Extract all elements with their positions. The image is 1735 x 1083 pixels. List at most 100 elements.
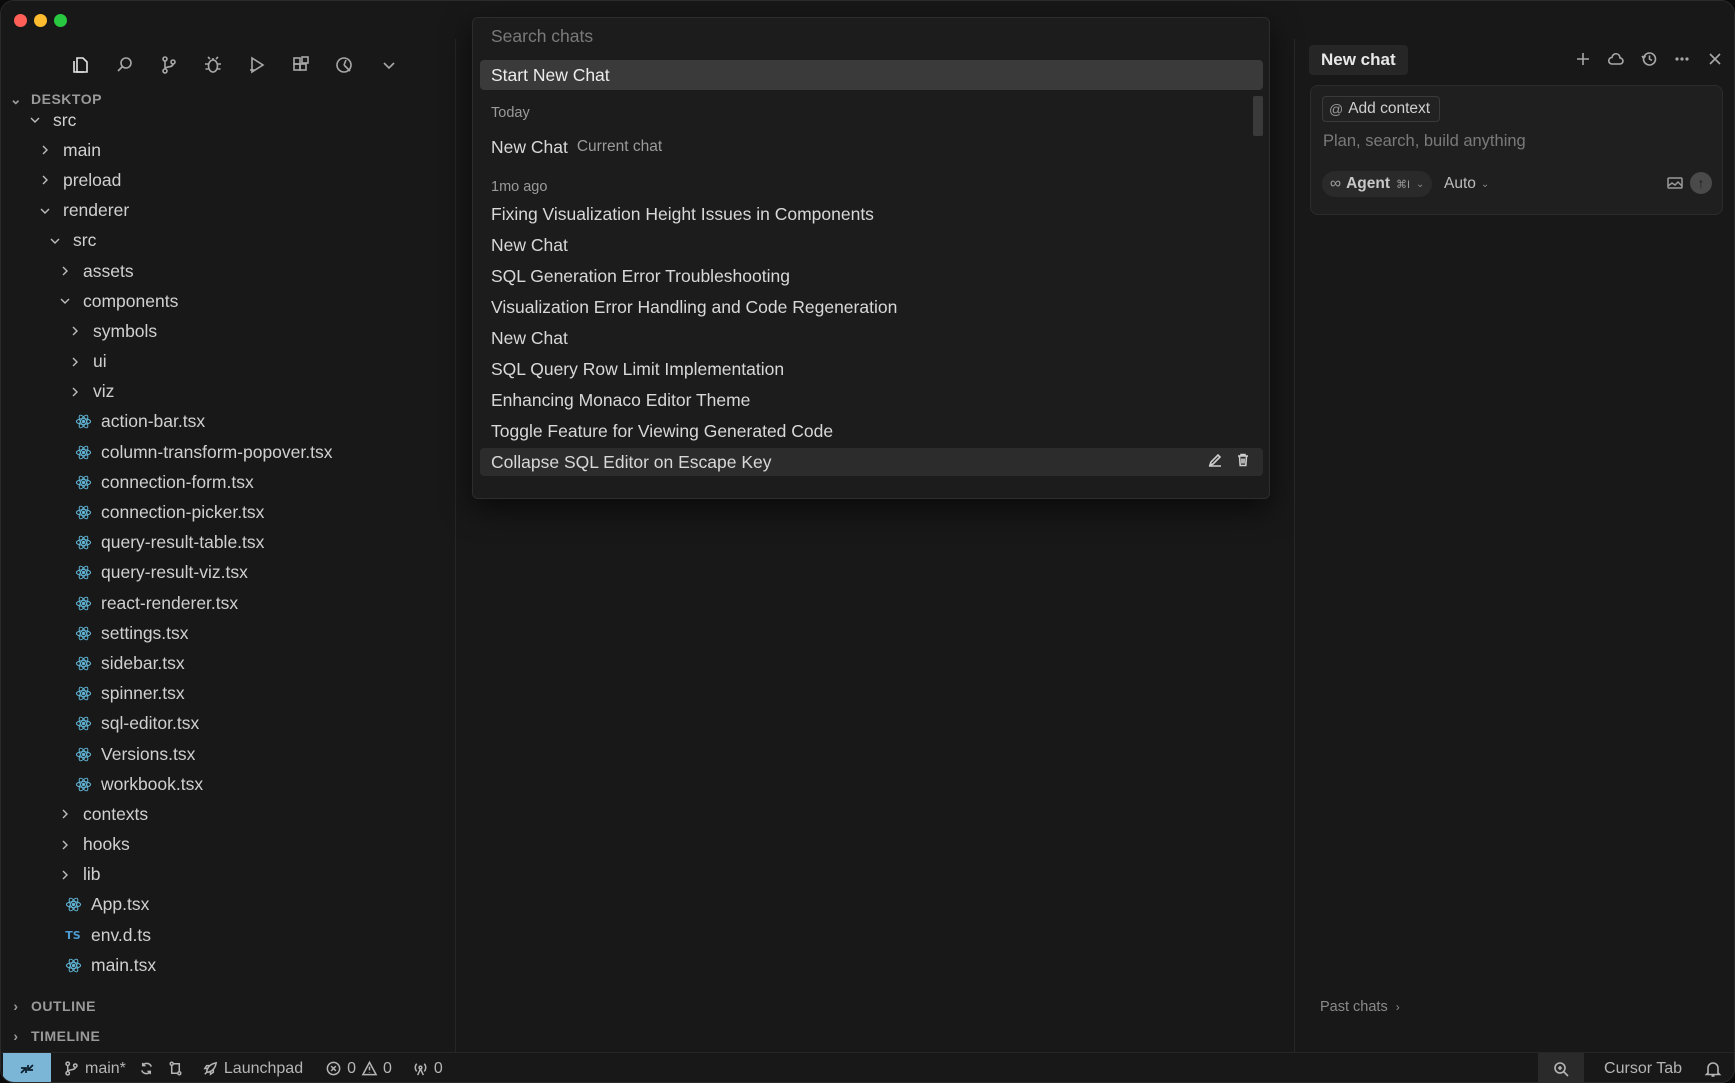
cursor-tab-status[interactable]: Cursor Tab — [1604, 1060, 1682, 1078]
tree-file[interactable]: connection-form.tsx — [1, 467, 456, 497]
edit-icon[interactable] — [1207, 452, 1223, 473]
debug-icon[interactable] — [191, 47, 235, 83]
chat-item-current[interactable]: New Chat Current chat — [491, 133, 662, 161]
cloud-icon[interactable] — [1607, 47, 1625, 71]
tree-folder[interactable]: src — [1, 226, 456, 256]
chat-history-item[interactable]: Toggle Feature for Viewing Generated Cod… — [491, 417, 833, 445]
chat-item-title: Visualization Error Handling and Code Re… — [491, 296, 898, 317]
tree-folder[interactable]: renderer — [1, 196, 456, 226]
chevron-down-icon: ⌄ — [1480, 178, 1490, 190]
chat-history-item[interactable]: Visualization Error Handling and Code Re… — [491, 293, 897, 321]
history-icon[interactable] — [1640, 47, 1658, 71]
chevron-right-icon — [65, 356, 85, 368]
minimize-window-button[interactable] — [34, 14, 47, 27]
search-chats-input[interactable]: Search chats — [473, 18, 1269, 54]
tree-file[interactable]: query-result-viz.tsx — [1, 558, 456, 588]
at-icon: @ — [1329, 101, 1344, 117]
close-icon[interactable] — [1706, 47, 1724, 71]
past-chats-link[interactable]: Past chats › — [1320, 999, 1400, 1015]
run-icon[interactable] — [235, 47, 279, 83]
react-file-icon — [63, 957, 83, 974]
extensions-icon[interactable] — [279, 47, 323, 83]
tree-folder[interactable]: main — [1, 135, 456, 165]
chat-history-item[interactable]: Enhancing Monaco Editor Theme — [491, 386, 750, 414]
plus-icon[interactable] — [1574, 47, 1592, 71]
chevron-down-icon[interactable] — [367, 47, 411, 83]
remote-indicator-icon[interactable] — [3, 1052, 51, 1082]
cursor-agent-icon[interactable] — [323, 47, 367, 83]
tree-folder[interactable]: preload — [1, 165, 456, 195]
image-icon[interactable] — [1666, 174, 1684, 197]
tree-file[interactable]: Versions.tsx — [1, 739, 456, 769]
scrollbar[interactable] — [1253, 96, 1263, 136]
tree-file[interactable]: connection-picker.tsx — [1, 497, 456, 527]
chat-history-item[interactable]: Collapse SQL Editor on Escape Key — [480, 448, 1263, 476]
search-icon[interactable] — [103, 47, 147, 83]
tree-file[interactable]: main.tsx — [1, 950, 456, 980]
files-icon[interactable] — [59, 47, 103, 83]
tree-item-label: connection-picker.tsx — [101, 502, 265, 523]
tree-file[interactable]: sql-editor.tsx — [1, 709, 456, 739]
trash-icon[interactable] — [1235, 452, 1251, 473]
tree-folder[interactable]: lib — [1, 860, 456, 890]
chat-input[interactable]: Plan, search, build anything — [1323, 132, 1526, 151]
chat-history-item[interactable]: SQL Query Row Limit Implementation — [491, 355, 784, 383]
agent-label: Agent — [1346, 175, 1390, 192]
tree-file[interactable]: sidebar.tsx — [1, 648, 456, 678]
status-bar-right: Cursor Tab — [1538, 1053, 1734, 1082]
tree-item-label: query-result-table.tsx — [101, 532, 265, 553]
tree-file[interactable]: action-bar.tsx — [1, 407, 456, 437]
start-new-chat-option[interactable]: Start New Chat — [480, 60, 1263, 90]
tree-item-label: assets — [83, 260, 134, 281]
file-tree: src main preload renderer src assets component… — [1, 105, 456, 980]
branch-status[interactable]: main* — [63, 1060, 126, 1078]
tree-folder[interactable]: ui — [1, 347, 456, 377]
react-file-icon — [73, 534, 93, 551]
model-selector[interactable]: Auto ⌄ — [1444, 171, 1489, 197]
close-window-button[interactable] — [14, 14, 27, 27]
tree-file[interactable]: workbook.tsx — [1, 769, 456, 799]
sync-icon[interactable] — [138, 1060, 155, 1077]
ports-status[interactable]: 0 — [412, 1060, 443, 1078]
tree-item-label: main — [63, 139, 101, 160]
tree-file[interactable]: spinner.tsx — [1, 679, 456, 709]
tree-item-label: workbook.tsx — [101, 773, 204, 794]
tree-file[interactable]: settings.tsx — [1, 618, 456, 648]
tree-folder[interactable]: hooks — [1, 830, 456, 860]
branch-icon — [65, 1061, 78, 1076]
more-icon[interactable] — [1673, 47, 1691, 71]
notifications-bell-icon[interactable] — [1704, 1060, 1722, 1078]
group-label-today: Today — [491, 105, 530, 121]
tree-folder[interactable]: assets — [1, 256, 456, 286]
outline-section-header[interactable]: › OUTLINE — [1, 991, 456, 1021]
problems-status[interactable]: 0 0 — [325, 1060, 392, 1078]
tree-folder[interactable]: contexts — [1, 799, 456, 829]
tree-folder[interactable]: src — [1, 105, 456, 135]
agent-mode-selector[interactable]: ∞ Agent ⌘I ⌄ — [1322, 171, 1433, 197]
chat-history-item[interactable]: New Chat — [491, 231, 568, 259]
tree-folder[interactable]: symbols — [1, 316, 456, 346]
zoom-icon[interactable] — [1538, 1053, 1585, 1082]
chat-history-item[interactable]: SQL Generation Error Troubleshooting — [491, 262, 790, 290]
git-graph-icon[interactable] — [167, 1060, 184, 1077]
add-context-button[interactable]: @ Add context — [1322, 96, 1441, 122]
tree-file[interactable]: react-renderer.tsx — [1, 588, 456, 618]
chat-item-title: New Chat — [491, 136, 568, 157]
source-control-icon[interactable] — [147, 47, 191, 83]
tree-folder[interactable]: components — [1, 286, 456, 316]
timeline-section-header[interactable]: › TIMELINE — [1, 1021, 456, 1051]
status-bar: main* Launchpad 0 0 0 Cursor Tab — [1, 1052, 1734, 1082]
chevron-right-icon: › — [13, 1028, 19, 1044]
tree-file[interactable]: TS env.d.ts — [1, 920, 456, 950]
tree-file[interactable]: column-transform-popover.tsx — [1, 437, 456, 467]
tree-file[interactable]: App.tsx — [1, 890, 456, 920]
launchpad-status[interactable]: Launchpad — [202, 1060, 303, 1078]
tree-folder[interactable]: viz — [1, 377, 456, 407]
chat-history-item[interactable]: Fixing Visualization Height Issues in Co… — [491, 200, 874, 228]
react-file-icon — [73, 564, 93, 581]
chat-history-item[interactable]: New Chat — [491, 324, 568, 352]
tree-file[interactable]: query-result-table.tsx — [1, 528, 456, 558]
maximize-window-button[interactable] — [54, 14, 67, 27]
send-button[interactable]: ↑ — [1690, 172, 1712, 194]
chat-tab[interactable]: New chat — [1309, 45, 1408, 75]
